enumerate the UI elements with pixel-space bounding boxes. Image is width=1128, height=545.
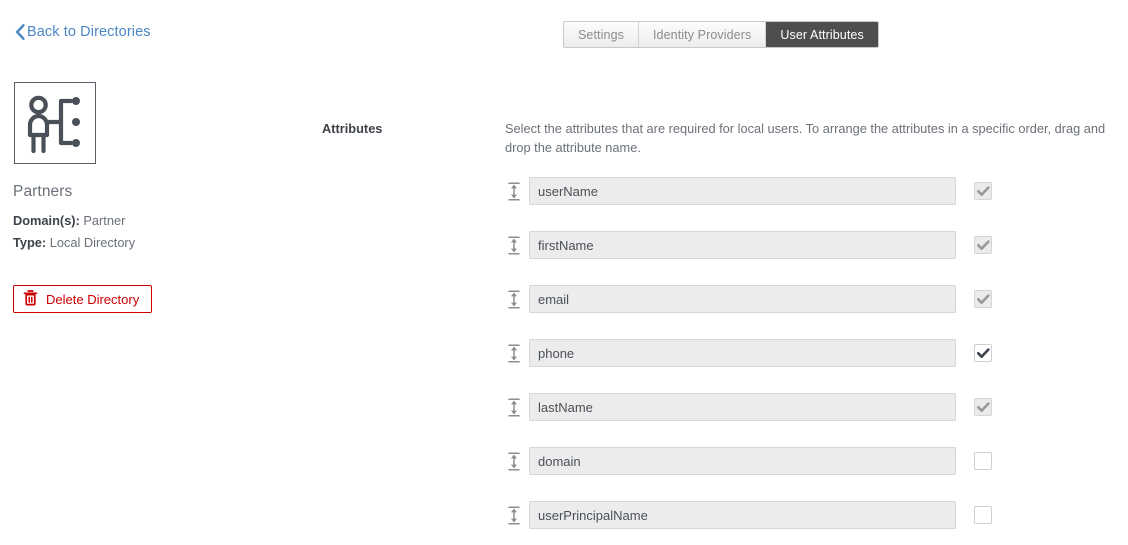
delete-directory-label: Delete Directory [46,291,140,307]
attribute-name-input[interactable] [529,447,956,475]
attributes-label: Attributes [322,121,383,136]
tab-settings[interactable]: Settings [564,22,639,47]
directory-type-value: Local Directory [49,235,136,250]
directory-type-label: Type: [13,235,47,250]
drag-handle-vertical-icon[interactable] [505,234,523,256]
attribute-required-checkbox [974,290,992,308]
attribute-name-input[interactable] [529,501,956,529]
tab-user-attributes[interactable]: User Attributes [766,22,878,47]
attributes-description: Select the attributes that are required … [505,121,1106,155]
attribute-required-checkbox[interactable] [974,452,992,470]
attribute-required-checkbox [974,236,992,254]
attribute-row-domain [505,447,992,475]
attribute-name-input[interactable] [529,339,956,367]
attribute-name-input[interactable] [529,231,956,259]
attribute-required-checkbox [974,398,992,416]
attribute-name-input[interactable] [529,393,956,421]
drag-handle-vertical-icon[interactable] [505,342,523,364]
attribute-row-lastName [505,393,992,421]
attribute-required-checkbox[interactable] [974,506,992,524]
user-attributes-page: Back to Directories Settings Identity Pr… [0,0,1128,545]
attribute-required-checkbox[interactable] [974,344,992,362]
directory-type: Type: Local Directory [13,235,135,250]
directory-domains-value: Partner [83,213,126,228]
attribute-row-userName [505,177,992,205]
drag-handle-vertical-icon[interactable] [505,396,523,418]
directory-domains-label: Domain(s): [13,213,80,228]
attribute-name-input[interactable] [529,285,956,313]
drag-handle-vertical-icon[interactable] [505,450,523,472]
attribute-name-input[interactable] [529,177,956,205]
tab-bar: Settings Identity Providers User Attribu… [563,21,879,48]
attribute-row-userPrincipalName [505,501,992,529]
drag-handle-vertical-icon[interactable] [505,288,523,310]
chevron-left-icon [15,24,25,40]
attribute-row-phone [505,339,992,367]
attribute-row-email [505,285,992,313]
attributes-list [505,177,992,545]
back-to-directories-link[interactable]: Back to Directories [15,24,151,40]
delete-directory-button[interactable]: Delete Directory [13,285,153,313]
attribute-required-checkbox [974,182,992,200]
directory-name: Partners [13,183,73,200]
tab-identity-providers[interactable]: Identity Providers [638,22,767,47]
back-to-directories-label: Back to Directories [27,24,151,40]
directory-domains: Domain(s): Partner [13,213,125,228]
trash-icon [23,289,38,309]
directory-icon [14,82,96,164]
drag-handle-vertical-icon[interactable] [505,180,523,202]
drag-handle-vertical-icon[interactable] [505,504,523,526]
attribute-row-firstName [505,231,992,259]
